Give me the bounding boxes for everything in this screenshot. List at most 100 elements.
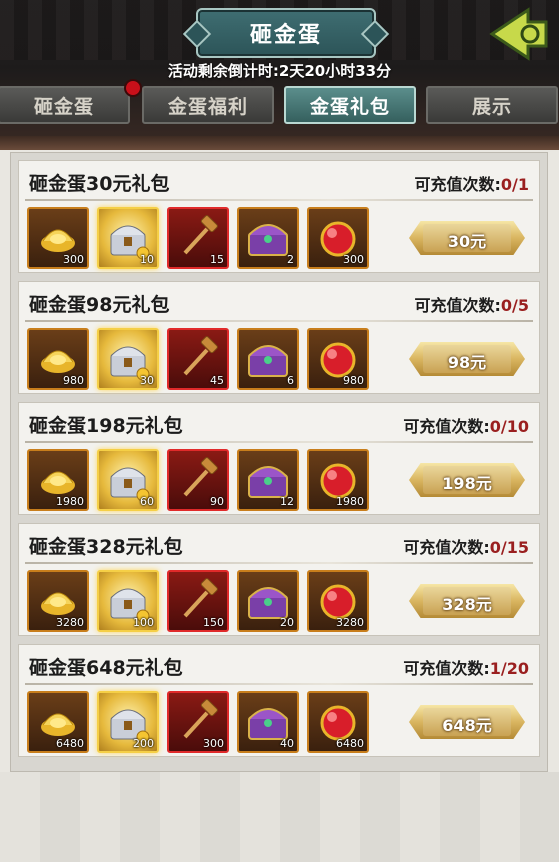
recharge-limit-count: 0/10: [489, 417, 529, 436]
recharge-limit: 可充值次数:0/1: [414, 171, 529, 195]
reward-quantity: 300: [203, 737, 224, 750]
reward-quantity: 15: [210, 253, 224, 266]
gift-pack-card-4: 砸金蛋328元礼包 可充值次数:0/15 3280 100 150 20 3280 32…: [18, 523, 540, 636]
reward-item[interactable]: 6480: [27, 691, 89, 753]
reward-item[interactable]: 200: [97, 691, 159, 753]
reward-quantity: 6480: [56, 737, 84, 750]
page-title: 砸金蛋: [249, 23, 322, 48]
reward-item[interactable]: 300: [27, 207, 89, 269]
pack-title: 砸金蛋30元礼包: [29, 173, 170, 195]
reward-quantity: 1980: [56, 495, 84, 508]
pack-title: 砸金蛋198元礼包: [29, 415, 183, 437]
buy-button[interactable]: 198元: [409, 463, 525, 497]
tab-display[interactable]: 展示: [426, 86, 558, 124]
recharge-limit-count: 0/1: [500, 175, 529, 194]
reward-item[interactable]: 100: [97, 570, 159, 632]
reward-item[interactable]: 6: [237, 328, 299, 390]
reward-quantity: 60: [140, 495, 154, 508]
reward-quantity: 45: [210, 374, 224, 387]
recharge-limit-label: 可充值次数:: [403, 417, 490, 436]
reward-item[interactable]: 30: [97, 328, 159, 390]
countdown-text: 活动剩余倒计时:2天20小时33分: [167, 62, 392, 80]
recharge-limit: 可充值次数:0/5: [414, 292, 529, 316]
tab-bar: 砸金蛋 金蛋福利 金蛋礼包 展示: [0, 86, 559, 126]
divider: [25, 199, 533, 201]
buy-button-label: 98元: [447, 353, 487, 372]
back-button[interactable]: [488, 6, 550, 62]
reward-item[interactable]: 12: [237, 449, 299, 511]
reward-item[interactable]: 6480: [307, 691, 369, 753]
buy-button[interactable]: 30元: [409, 221, 525, 255]
reward-quantity: 6480: [336, 737, 364, 750]
reward-item[interactable]: 1980: [27, 449, 89, 511]
header-bar: 砸金蛋 活动剩余倒计时:2天20小时33分 砸金蛋 金蛋福利 金蛋礼包 展示: [0, 0, 559, 150]
title-plate: 砸金蛋: [196, 8, 376, 58]
reward-item[interactable]: 300: [167, 691, 229, 753]
reward-quantity: 3280: [56, 616, 84, 629]
reward-item[interactable]: 15: [167, 207, 229, 269]
recharge-limit-label: 可充值次数:: [414, 175, 501, 194]
reward-quantity: 200: [133, 737, 154, 750]
buy-button-label: 30元: [447, 232, 487, 251]
reward-item[interactable]: 20: [237, 570, 299, 632]
reward-item[interactable]: 45: [167, 328, 229, 390]
reward-quantity: 3280: [336, 616, 364, 629]
reward-item[interactable]: 3280: [27, 570, 89, 632]
reward-quantity: 1980: [336, 495, 364, 508]
tab-egg-welfare[interactable]: 金蛋福利: [142, 86, 274, 124]
reward-item[interactable]: 90: [167, 449, 229, 511]
reward-quantity: 10: [140, 253, 154, 266]
tab-smash-egg[interactable]: 砸金蛋: [0, 86, 130, 124]
divider: [25, 562, 533, 564]
reward-quantity: 300: [63, 253, 84, 266]
recharge-limit: 可充值次数:0/15: [403, 534, 529, 558]
recharge-limit-label: 可充值次数:: [403, 538, 490, 557]
pack-title: 砸金蛋328元礼包: [29, 536, 183, 558]
reward-item[interactable]: 2: [237, 207, 299, 269]
gift-pack-card-2: 砸金蛋98元礼包 可充值次数:0/5 980 30 45 6 980 98元: [18, 281, 540, 394]
reward-quantity: 150: [203, 616, 224, 629]
reward-item[interactable]: 980: [27, 328, 89, 390]
reward-item[interactable]: 980: [307, 328, 369, 390]
reward-item[interactable]: 60: [97, 449, 159, 511]
recharge-limit: 可充值次数:1/20: [403, 655, 529, 679]
tab-egg-gift-pack[interactable]: 金蛋礼包: [284, 86, 416, 124]
recharge-limit-count: 1/20: [489, 659, 529, 678]
reward-quantity: 100: [133, 616, 154, 629]
reward-item[interactable]: 150: [167, 570, 229, 632]
buy-button[interactable]: 328元: [409, 584, 525, 618]
recharge-limit-count: 0/15: [489, 538, 529, 557]
back-arrow-icon: [489, 7, 548, 61]
reward-item[interactable]: 300: [307, 207, 369, 269]
recharge-limit-count: 0/5: [500, 296, 529, 315]
reward-item[interactable]: 10: [97, 207, 159, 269]
reward-item[interactable]: 1980: [307, 449, 369, 511]
recharge-limit: 可充值次数:0/10: [403, 413, 529, 437]
pack-title: 砸金蛋648元礼包: [29, 657, 183, 679]
reward-quantity: 40: [280, 737, 294, 750]
reward-item[interactable]: 40: [237, 691, 299, 753]
notification-dot: [124, 79, 142, 97]
reward-quantity: 90: [210, 495, 224, 508]
reward-quantity: 30: [140, 374, 154, 387]
gift-pack-card-3: 砸金蛋198元礼包 可充值次数:0/10 1980 60 90 12 1980 198元: [18, 402, 540, 515]
reward-quantity: 20: [280, 616, 294, 629]
header-divider: [0, 136, 559, 150]
buy-button-label: 328元: [442, 595, 492, 614]
reward-quantity: 2: [287, 253, 294, 266]
buy-button[interactable]: 98元: [409, 342, 525, 376]
calligraphy-background: [0, 772, 559, 862]
reward-quantity: 980: [63, 374, 84, 387]
gift-pack-card-5: 砸金蛋648元礼包 可充值次数:1/20 6480 200 300 40 6480 64…: [18, 644, 540, 757]
reward-quantity: 6: [287, 374, 294, 387]
divider: [25, 441, 533, 443]
divider: [25, 320, 533, 322]
reward-quantity: 300: [343, 253, 364, 266]
buy-button[interactable]: 648元: [409, 705, 525, 739]
divider: [25, 683, 533, 685]
reward-quantity: 12: [280, 495, 294, 508]
recharge-limit-label: 可充值次数:: [403, 659, 490, 678]
buy-button-label: 198元: [442, 474, 492, 493]
reward-item[interactable]: 3280: [307, 570, 369, 632]
reward-quantity: 980: [343, 374, 364, 387]
